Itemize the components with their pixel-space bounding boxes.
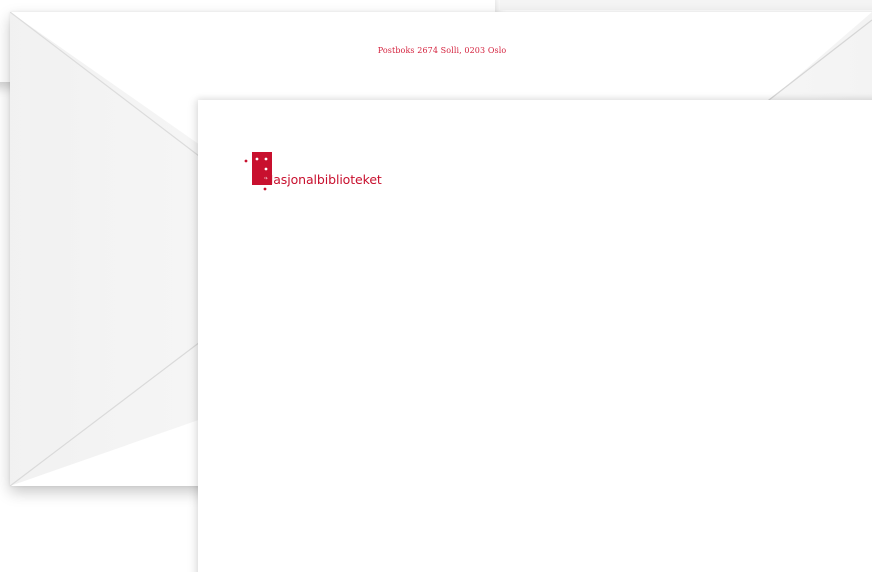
back-paper-sheet-right (500, 0, 872, 10)
nasjonalbiblioteket-logo: Nasjonalbiblioteket (244, 150, 444, 194)
envelope-return-address: Postboks 2674 Solli, 0203 Oslo (377, 46, 507, 55)
stationery-mockup: Postboks 2674 Solli, 0203 Oslo Nasjonalb… (0, 0, 872, 572)
logo-wordmark: Nasjonalbiblioteket (264, 172, 382, 187)
